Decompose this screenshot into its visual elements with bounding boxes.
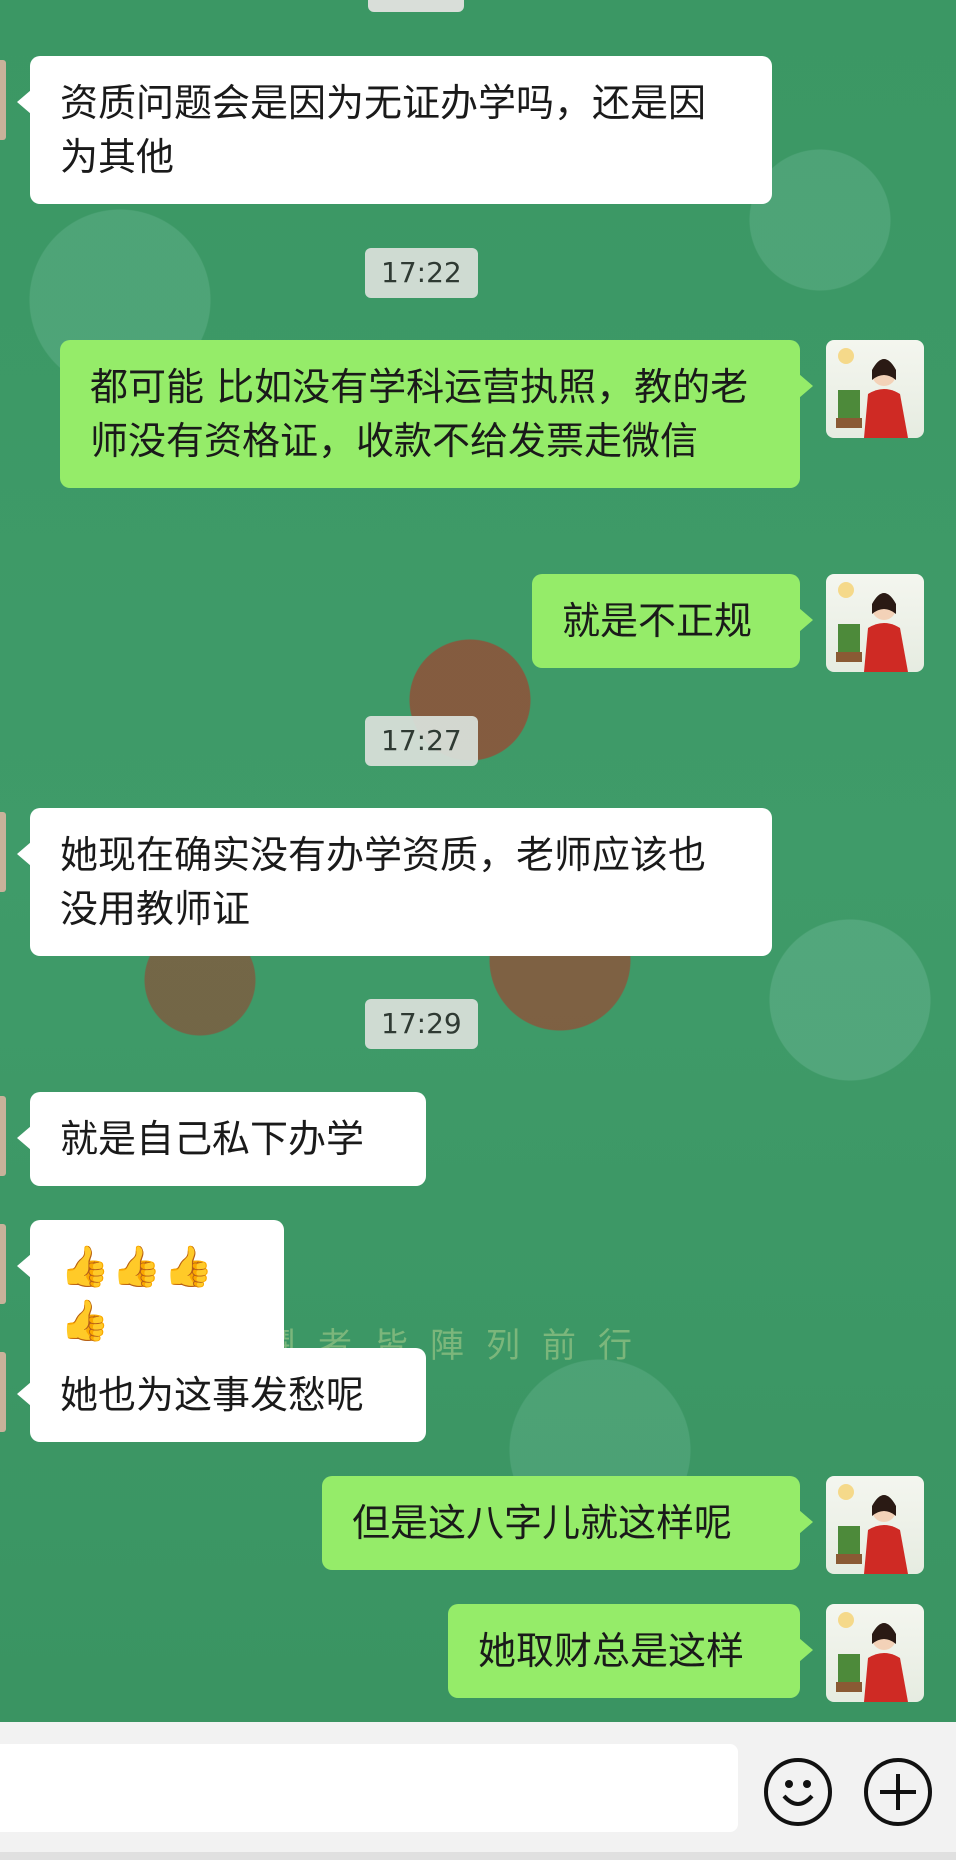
smiley-icon[interactable] [764,1758,832,1826]
user-avatar[interactable] [826,1604,924,1702]
outgoing-message[interactable]: 但是这八字儿就这样呢 [322,1476,813,1570]
outgoing-message[interactable]: 就是不正规 [532,574,813,668]
message-input[interactable] [0,1744,738,1832]
partial-timestamp [368,0,464,12]
outgoing-message[interactable]: 她取财总是这样 [448,1604,813,1698]
contact-avatar[interactable] [0,1352,6,1432]
incoming-message[interactable]: 👍👍👍👍 [17,1220,284,1368]
user-avatar[interactable] [826,1476,924,1574]
home-indicator [0,1852,956,1860]
contact-avatar[interactable] [0,1096,6,1176]
user-avatar[interactable] [826,340,924,438]
incoming-message[interactable]: 资质问题会是因为无证办学吗，还是因为其他 [17,56,772,204]
incoming-message[interactable]: 她现在确实没有办学资质，老师应该也没用教师证 [17,808,772,956]
timestamp: 17:22 [365,248,478,298]
contact-avatar[interactable] [0,60,6,140]
outgoing-message[interactable]: 都可能 比如没有学科运营执照，教的老师没有资格证，收款不给发票走微信 [60,340,813,488]
contact-avatar[interactable] [0,1224,6,1304]
incoming-message[interactable]: 就是自己私下办学 [17,1092,426,1186]
contact-avatar[interactable] [0,812,6,892]
timestamp: 17:27 [365,716,478,766]
incoming-message[interactable]: 她也为这事发愁呢 [17,1348,426,1442]
user-avatar[interactable] [826,574,924,672]
input-toolbar [0,1722,956,1860]
plus-icon[interactable] [864,1758,932,1826]
timestamp: 17:29 [365,999,478,1049]
